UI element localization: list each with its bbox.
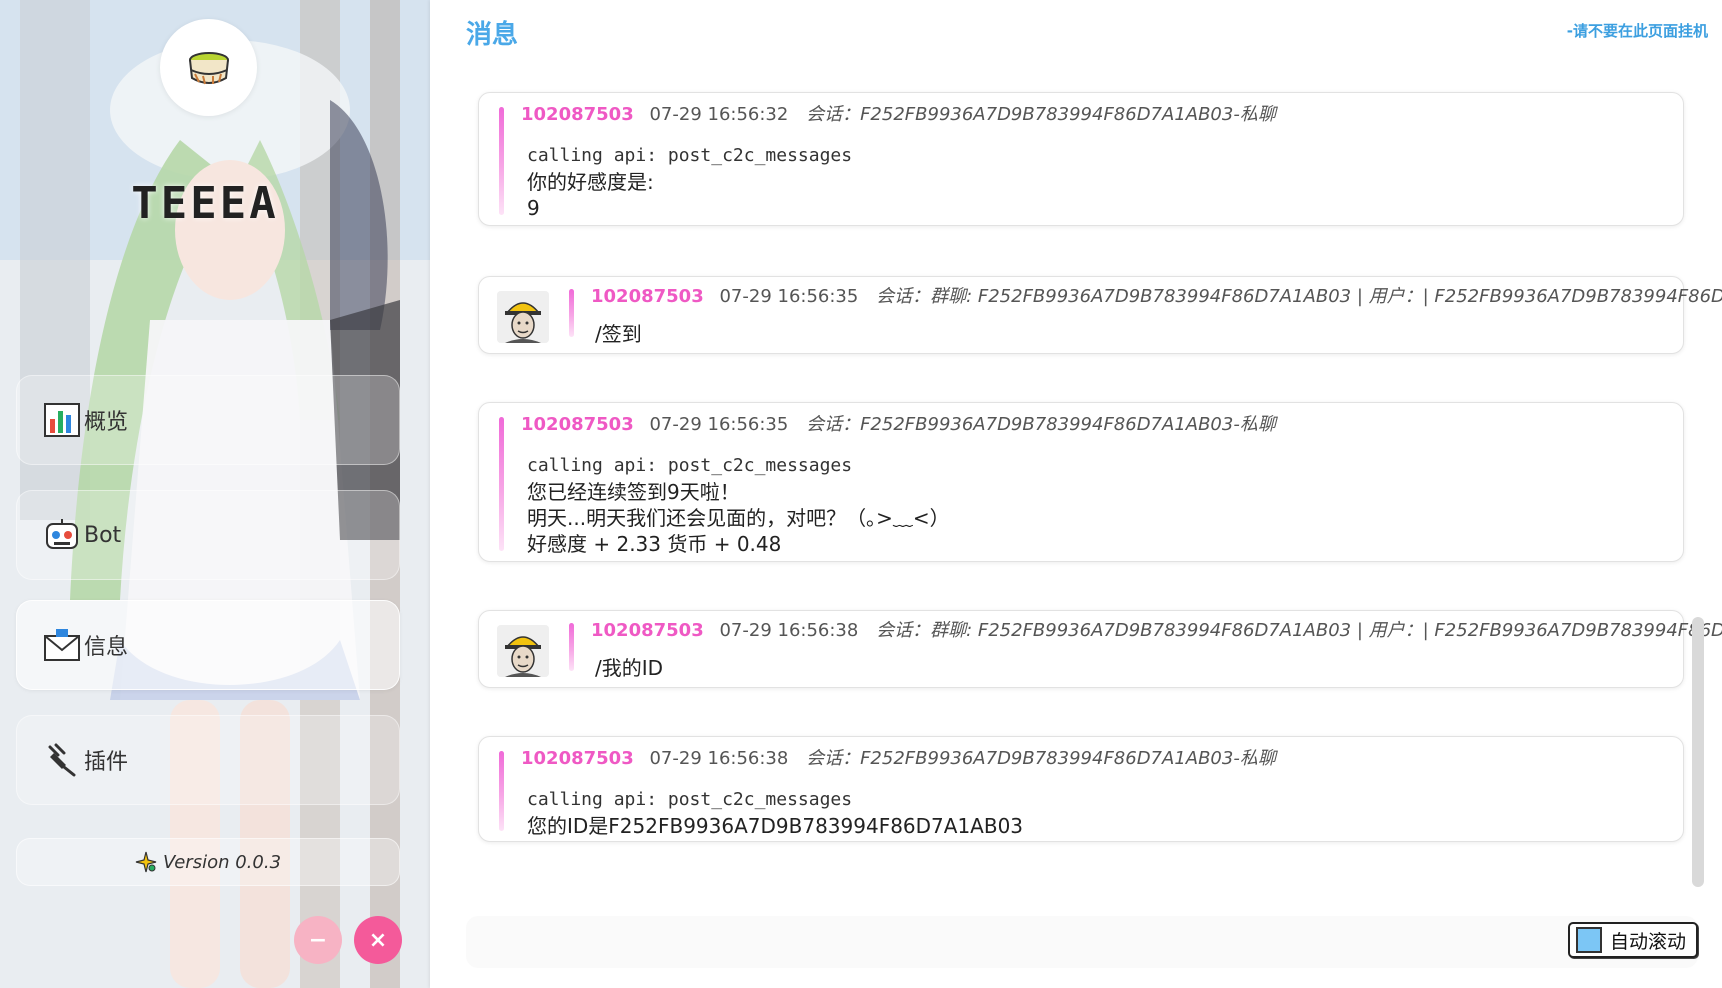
message-session: 会话：F252FB9936A7D9B783994F86D7A1AB03-私聊	[806, 748, 1276, 769]
auto-scroll-toggle[interactable]: 自动滚动	[1568, 922, 1698, 958]
robot-icon	[44, 517, 80, 553]
message-line: 您的ID是F252FB9936A7D9B783994F86D7A1AB03	[527, 814, 1024, 838]
nav-label-bot: Bot	[84, 522, 122, 548]
message-header: 102087503 07-29 16:56:35 会话：群聊: F252FB99…	[591, 285, 1722, 309]
main-panel: 消息 -请不要在此页面挂机 102087503 07-29 16:56:32 会…	[434, 0, 1722, 988]
message-time: 07-29 16:56:35	[649, 414, 789, 435]
message-line: 好感度 + 2.33 货币 + 0.48	[527, 532, 782, 556]
close-button[interactable]: ×	[354, 916, 402, 964]
message-accent-bar	[499, 417, 504, 551]
message-line: 9	[527, 196, 540, 220]
avatar	[497, 625, 549, 677]
message-list[interactable]: 102087503 07-29 16:56:32 会话：F252FB9936A7…	[478, 92, 1722, 892]
message-body: /签到	[595, 322, 642, 346]
nav-item-plugins[interactable]: 插件	[16, 715, 400, 805]
nav-item-overview[interactable]: 概览	[16, 375, 400, 465]
message-card-user: 102087503 07-29 16:56:38 会话：群聊: F252FB99…	[478, 610, 1722, 688]
message-user-id[interactable]: 102087503	[521, 748, 634, 769]
app-logo	[160, 19, 257, 116]
message-user-id[interactable]: 102087503	[521, 414, 634, 435]
message-time: 07-29 16:56:35	[719, 286, 859, 307]
bowl-logo-icon	[188, 51, 229, 84]
sidebar: TEEEA 概览 Bot 信息 插件 Version 0.0.3 − ×	[0, 0, 434, 988]
message-session: 会话：群聊: F252FB9936A7D9B783994F86D7A1AB03 …	[876, 620, 1722, 641]
message-session: 会话：F252FB9936A7D9B783994F86D7A1AB03-私聊	[806, 414, 1276, 435]
version-bar: Version 0.0.3	[16, 838, 400, 886]
nav-label-overview: 概览	[84, 410, 129, 435]
bar-chart-icon	[44, 402, 80, 438]
message-header: 102087503 07-29 16:56:38 会话：群聊: F252FB99…	[591, 619, 1722, 643]
message-session: 会话：F252FB9936A7D9B783994F86D7A1AB03-私聊	[806, 104, 1276, 125]
message-body: calling api: post_c2c_messages 您的ID是F252…	[527, 787, 1023, 839]
nav-item-messages[interactable]: 信息	[16, 600, 400, 690]
nav-label-messages: 信息	[84, 635, 129, 660]
idle-warning-note: -请不要在此页面挂机	[1566, 22, 1708, 40]
avatar	[497, 291, 549, 343]
message-user-id[interactable]: 102087503	[591, 286, 704, 307]
message-accent-bar	[499, 751, 504, 831]
message-api-call: calling api: post_c2c_messages	[527, 789, 853, 810]
message-line: 明天...明天我们还会见面的，对吧？（｡>﹏<）	[527, 506, 950, 530]
message-card-bot-reply: 102087503 07-29 16:56:32 会话：F252FB9936A7…	[478, 92, 1684, 226]
auto-scroll-label: 自动滚动	[1610, 930, 1687, 953]
message-line: 您已经连续签到9天啦！	[527, 480, 740, 504]
minimize-button[interactable]: −	[294, 916, 342, 964]
message-time: 07-29 16:56:38	[719, 620, 859, 641]
app-title: TEEEA	[131, 178, 279, 229]
message-header: 102087503 07-29 16:56:32 会话：F252FB9936A7…	[521, 103, 1276, 127]
message-line: 你的好感度是:	[527, 170, 654, 194]
message-accent-bar	[499, 107, 504, 215]
message-user-id[interactable]: 102087503	[591, 620, 704, 641]
message-api-call: calling api: post_c2c_messages	[527, 455, 853, 476]
nav-label-plugins: 插件	[84, 750, 129, 775]
message-header: 102087503 07-29 16:56:38 会话：F252FB9936A7…	[521, 747, 1276, 771]
bottom-bar: 自动滚动	[466, 916, 1698, 968]
message-body: calling api: post_c2c_messages 您已经连续签到9天…	[527, 453, 950, 557]
nav-item-bot[interactable]: Bot	[16, 490, 400, 580]
sparkle-icon	[135, 851, 157, 873]
message-header: 102087503 07-29 16:56:35 会话：F252FB9936A7…	[521, 413, 1276, 437]
message-body: calling api: post_c2c_messages 你的好感度是: 9	[527, 143, 852, 221]
message-time: 07-29 16:56:32	[649, 104, 789, 125]
message-card-bot-reply: 102087503 07-29 16:56:38 会话：F252FB9936A7…	[478, 736, 1684, 842]
message-session: 会话：群聊: F252FB9936A7D9B783994F86D7A1AB03 …	[876, 286, 1722, 307]
message-user-id[interactable]: 102087503	[521, 104, 634, 125]
message-api-call: calling api: post_c2c_messages	[527, 145, 853, 166]
message-time: 07-29 16:56:38	[649, 748, 789, 769]
message-accent-bar	[569, 289, 574, 337]
message-card-user: 102087503 07-29 16:56:35 会话：群聊: F252FB99…	[478, 276, 1722, 354]
plug-icon	[44, 742, 80, 778]
message-body: /我的ID	[595, 656, 664, 680]
message-accent-bar	[569, 623, 574, 671]
message-card-bot-reply: 102087503 07-29 16:56:35 会话：F252FB9936A7…	[478, 402, 1684, 562]
auto-scroll-checkbox[interactable]	[1576, 927, 1602, 953]
message-list-scrollbar[interactable]	[1692, 617, 1704, 887]
mail-icon	[44, 627, 80, 663]
page-title: 消息	[466, 20, 519, 50]
version-text: Version 0.0.3	[162, 851, 282, 873]
